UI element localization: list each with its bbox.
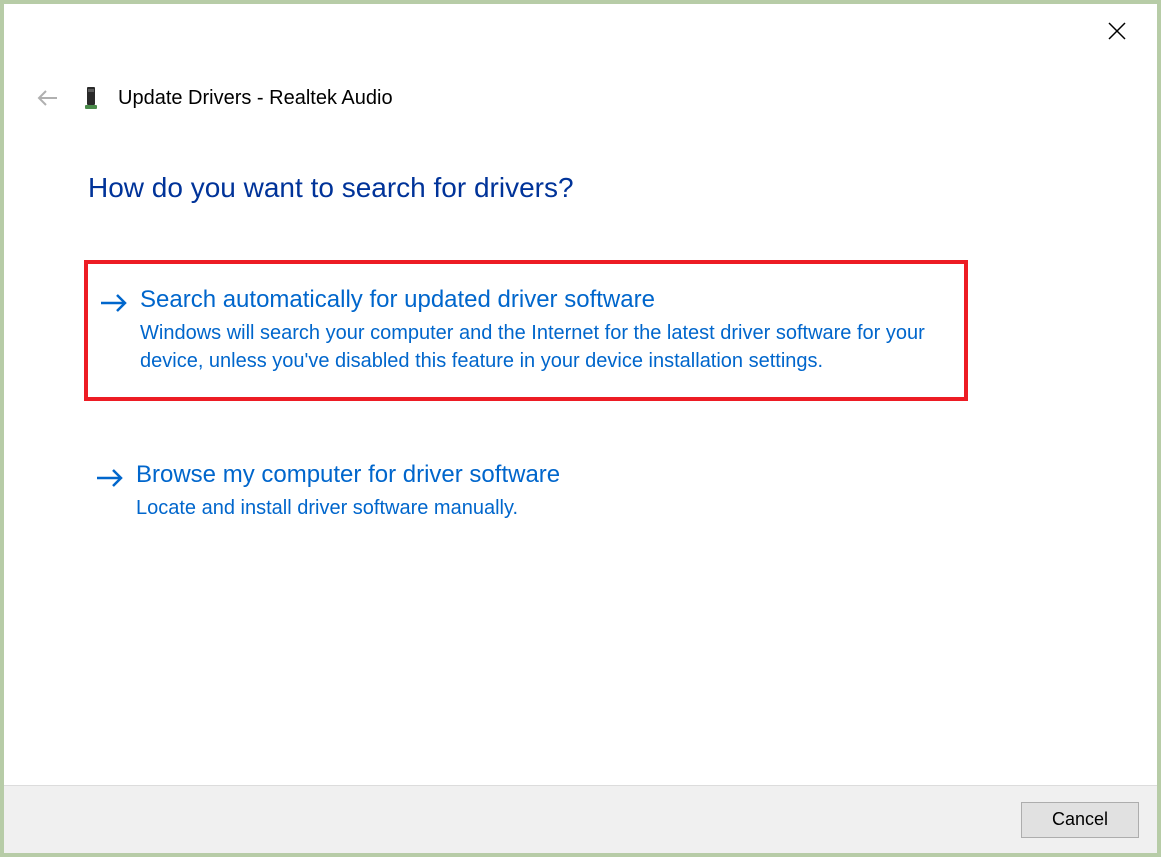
back-arrow-icon [35, 85, 61, 111]
option-search-automatically[interactable]: Search automatically for updated driver … [84, 260, 968, 401]
option-text: Browse my computer for driver software L… [136, 459, 954, 522]
option-description: Windows will search your computer and th… [140, 319, 950, 375]
cancel-button[interactable]: Cancel [1021, 802, 1139, 838]
arrow-right-icon [92, 463, 128, 493]
option-browse-computer[interactable]: Browse my computer for driver software L… [84, 439, 968, 544]
content-area: How do you want to search for drivers? S… [4, 114, 1157, 785]
main-heading: How do you want to search for drivers? [84, 172, 1077, 204]
option-title: Browse my computer for driver software [136, 459, 954, 490]
device-icon [82, 84, 100, 112]
footer: Cancel [4, 785, 1157, 853]
close-icon [1107, 21, 1127, 41]
back-button[interactable] [32, 82, 64, 114]
dialog-window: Update Drivers - Realtek Audio How do yo… [0, 0, 1161, 857]
arrow-right-icon [96, 288, 132, 318]
option-description: Locate and install driver software manua… [136, 494, 954, 522]
window-title: Update Drivers - Realtek Audio [118, 87, 393, 110]
option-title: Search automatically for updated driver … [140, 284, 950, 315]
option-text: Search automatically for updated driver … [140, 284, 950, 375]
header: Update Drivers - Realtek Audio [4, 4, 1157, 114]
close-button[interactable] [1097, 16, 1137, 46]
